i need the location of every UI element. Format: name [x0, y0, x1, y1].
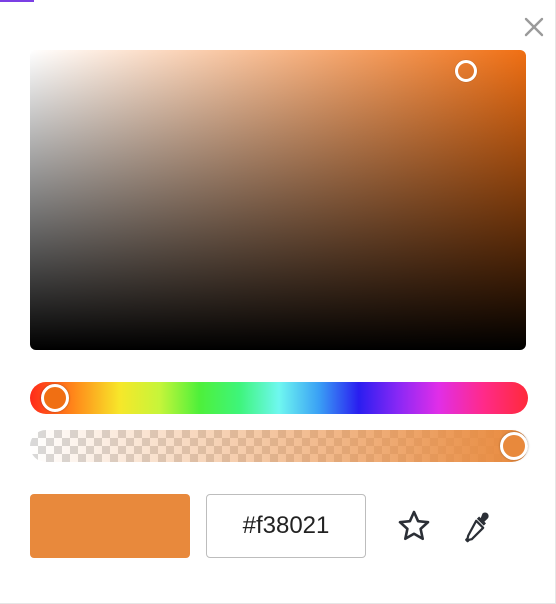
eyedropper-button[interactable] [460, 508, 496, 544]
alpha-gradient [30, 430, 528, 462]
star-icon [398, 510, 430, 541]
top-accent-bar [0, 0, 34, 2]
hue-slider[interactable] [30, 382, 528, 414]
color-preview-swatch [30, 494, 190, 558]
color-picker-panel [0, 0, 556, 604]
hue-slider-handle[interactable] [40, 384, 69, 412]
saturation-handle[interactable] [455, 60, 478, 82]
saturation-brightness-area[interactable] [30, 50, 526, 350]
close-icon [524, 17, 544, 37]
eyedropper-icon [465, 512, 489, 543]
hex-input[interactable] [206, 494, 366, 558]
alpha-slider-handle[interactable] [500, 432, 528, 460]
close-button[interactable] [521, 14, 547, 40]
alpha-slider[interactable] [30, 430, 528, 462]
favorite-button[interactable] [396, 508, 432, 544]
